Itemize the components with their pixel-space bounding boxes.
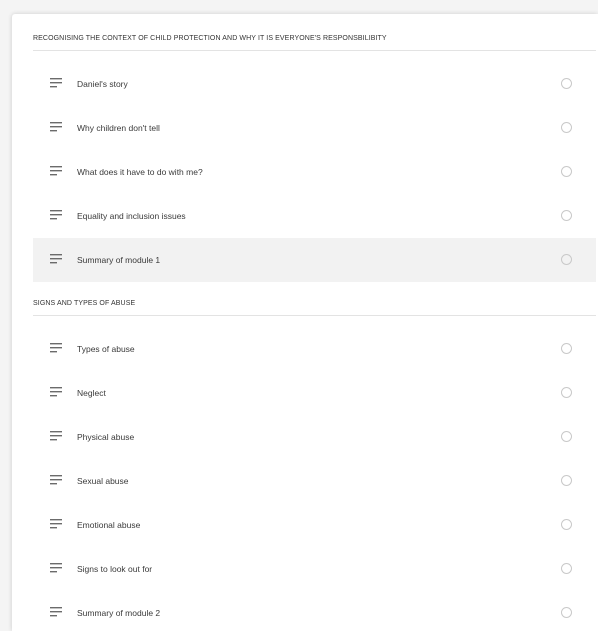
lesson-item[interactable]: Types of abuse: [33, 327, 596, 371]
lesson-label: Neglect: [77, 388, 106, 398]
lesson-item[interactable]: What does it have to do with me?: [33, 150, 596, 194]
text-lines-icon: [50, 431, 62, 441]
lesson-item[interactable]: Sexual abuse: [33, 459, 596, 503]
lesson-label: Summary of module 2: [77, 608, 161, 618]
lesson-label: Why children don't tell: [77, 123, 160, 133]
text-lines-icon: [50, 343, 62, 353]
lesson-item[interactable]: Neglect: [33, 371, 596, 415]
incomplete-circle-icon: [561, 254, 572, 265]
text-lines-icon: [50, 607, 62, 617]
text-lines-icon: [50, 78, 62, 88]
lesson-item[interactable]: Signs to look out for: [33, 547, 596, 591]
incomplete-circle-icon: [561, 475, 572, 486]
text-lines-icon: [50, 122, 62, 132]
incomplete-circle-icon: [561, 78, 572, 89]
text-lines-icon: [50, 210, 62, 220]
lesson-label: Equality and inclusion issues: [77, 211, 186, 221]
text-lines-icon: [50, 519, 62, 529]
section-header-module-1: RECOGNISING THE CONTEXT OF CHILD PROTECT…: [33, 28, 596, 51]
lesson-item[interactable]: Physical abuse: [33, 415, 596, 459]
text-lines-icon: [50, 387, 62, 397]
incomplete-circle-icon: [561, 122, 572, 133]
lesson-item[interactable]: Equality and inclusion issues: [33, 194, 596, 238]
lesson-label: Physical abuse: [77, 432, 135, 442]
incomplete-circle-icon: [561, 343, 572, 354]
lesson-label: Types of abuse: [77, 344, 135, 354]
lesson-label: Summary of module 1: [77, 255, 161, 265]
incomplete-circle-icon: [561, 166, 572, 177]
incomplete-circle-icon: [561, 607, 572, 618]
lesson-label: What does it have to do with me?: [77, 167, 203, 177]
lesson-label: Emotional abuse: [77, 520, 141, 530]
text-lines-icon: [50, 475, 62, 485]
incomplete-circle-icon: [561, 563, 572, 574]
lesson-item[interactable]: Summary of module 2: [33, 591, 596, 631]
lesson-label: Sexual abuse: [77, 476, 129, 486]
incomplete-circle-icon: [561, 431, 572, 442]
lesson-item[interactable]: Why children don't tell: [33, 106, 596, 150]
page: RECOGNISING THE CONTEXT OF CHILD PROTECT…: [0, 0, 598, 631]
text-lines-icon: [50, 254, 62, 264]
text-lines-icon: [50, 166, 62, 176]
incomplete-circle-icon: [561, 210, 572, 221]
lesson-item[interactable]: Emotional abuse: [33, 503, 596, 547]
section-header-module-2: SIGNS AND TYPES OF ABUSE: [33, 293, 596, 316]
lesson-label: Signs to look out for: [77, 564, 153, 574]
lesson-item-active[interactable]: Summary of module 1: [33, 238, 596, 282]
incomplete-circle-icon: [561, 519, 572, 530]
course-outline-panel: RECOGNISING THE CONTEXT OF CHILD PROTECT…: [12, 14, 598, 631]
incomplete-circle-icon: [561, 387, 572, 398]
text-lines-icon: [50, 563, 62, 573]
lesson-item[interactable]: Daniel's story: [33, 62, 596, 106]
lesson-label: Daniel's story: [77, 79, 128, 89]
